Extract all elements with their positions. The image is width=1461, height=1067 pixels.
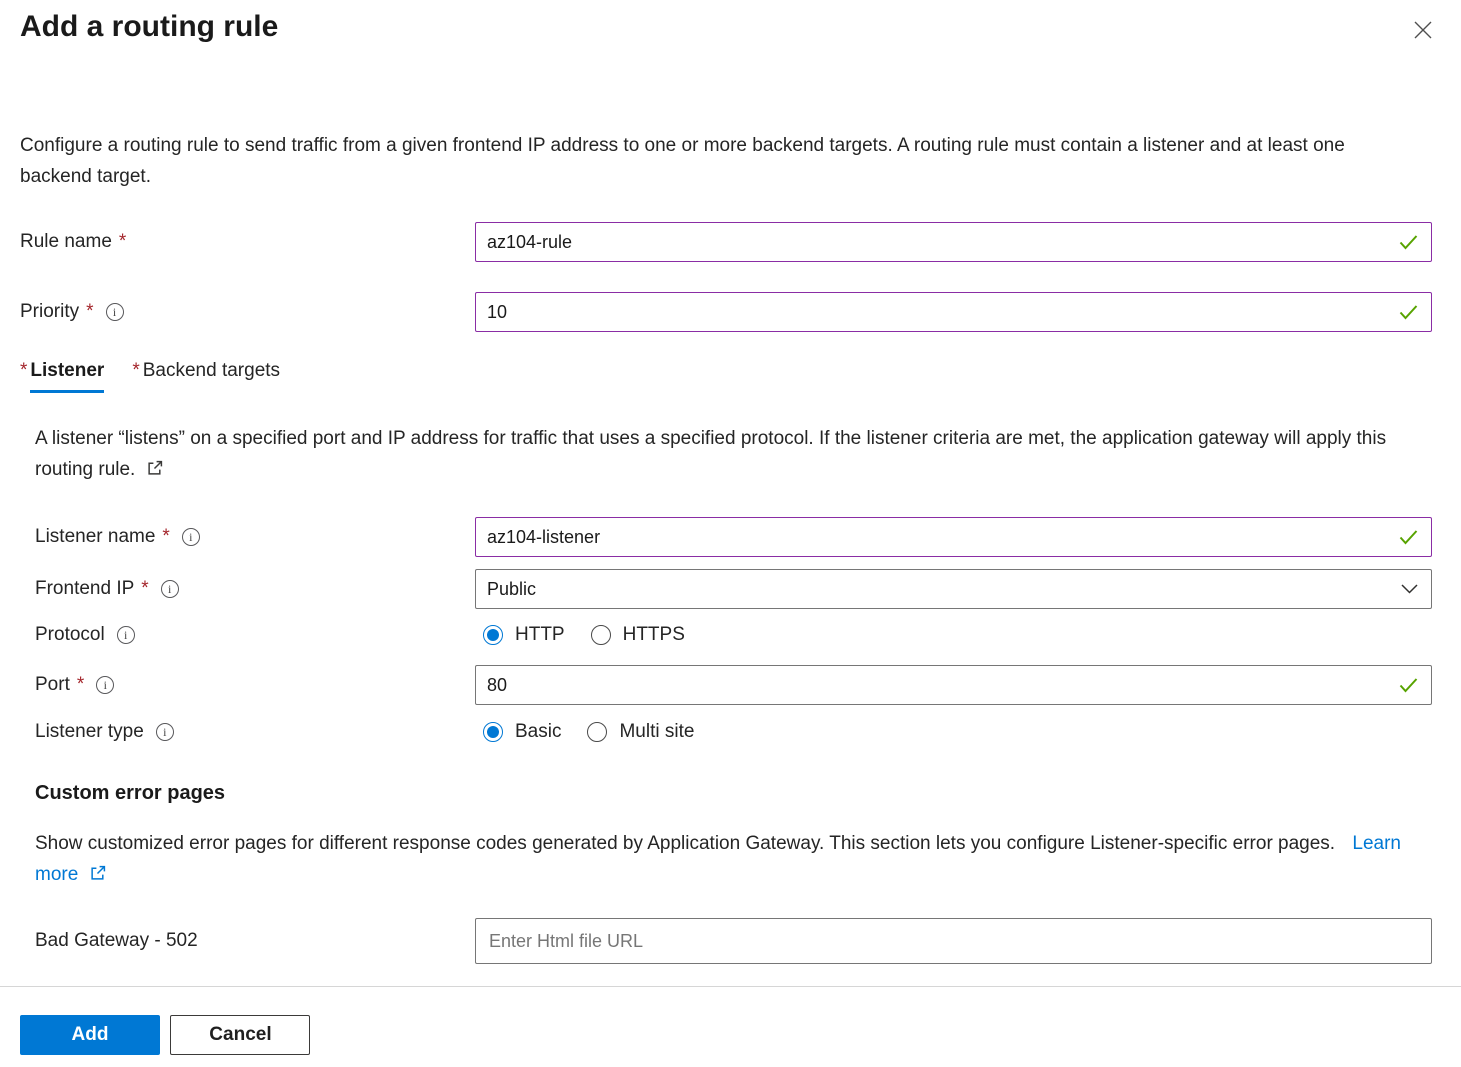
- external-link-icon: [90, 865, 106, 881]
- radio-selected-icon: [483, 722, 503, 742]
- listener-name-label: Listener name: [35, 526, 155, 548]
- radio-unselected-icon: [591, 625, 611, 645]
- rule-name-input[interactable]: [475, 222, 1432, 262]
- tab-listener[interactable]: * Listener: [20, 360, 104, 393]
- listener-type-basic-radio[interactable]: Basic: [483, 721, 561, 743]
- frontend-ip-dropdown[interactable]: Public: [475, 569, 1432, 609]
- listener-description: A listener “listens” on a specified port…: [20, 423, 1430, 485]
- tab-backend-targets-label: Backend targets: [143, 360, 280, 393]
- bad-gateway-row: Bad Gateway - 502: [20, 918, 1432, 964]
- required-asterisk: *: [119, 231, 126, 253]
- info-icon[interactable]: [156, 723, 174, 741]
- valid-check-icon: [1399, 530, 1418, 545]
- listener-name-input[interactable]: [475, 517, 1432, 557]
- info-icon[interactable]: [161, 580, 179, 598]
- protocol-radio-group: HTTP HTTPS: [475, 624, 685, 646]
- protocol-http-radio[interactable]: HTTP: [483, 624, 565, 646]
- listener-type-row: Listener type Basic Multi site: [20, 718, 1432, 746]
- priority-label: Priority: [20, 301, 79, 323]
- info-icon[interactable]: [96, 676, 114, 694]
- protocol-label: Protocol: [35, 624, 105, 646]
- dialog-content: Add a routing rule Configure a routing r…: [0, 0, 1461, 986]
- required-asterisk: *: [86, 301, 93, 323]
- info-icon[interactable]: [117, 626, 135, 644]
- valid-check-icon: [1399, 305, 1418, 320]
- page-title: Add a routing rule: [20, 0, 1432, 44]
- rule-name-row: Rule name *: [20, 222, 1432, 262]
- add-button[interactable]: Add: [20, 1015, 160, 1055]
- chevron-down-icon: [1401, 584, 1418, 595]
- frontend-ip-selected-value: Public: [487, 579, 536, 600]
- required-asterisk: *: [132, 360, 139, 393]
- protocol-https-radio[interactable]: HTTPS: [591, 624, 685, 646]
- priority-input[interactable]: [475, 292, 1432, 332]
- close-icon[interactable]: [1407, 14, 1439, 46]
- info-icon[interactable]: [182, 528, 200, 546]
- port-row: Port *: [20, 665, 1432, 705]
- info-icon[interactable]: [106, 303, 124, 321]
- bad-gateway-url-input[interactable]: [475, 918, 1432, 964]
- listener-type-radio-group: Basic Multi site: [475, 721, 694, 743]
- intro-text: Configure a routing rule to send traffic…: [20, 130, 1385, 192]
- listener-type-label: Listener type: [35, 721, 144, 743]
- required-asterisk: *: [141, 578, 148, 600]
- frontend-ip-row: Frontend IP * Public: [20, 569, 1432, 609]
- dialog-footer: Add Cancel: [0, 986, 1461, 1067]
- rule-name-label: Rule name: [20, 231, 112, 253]
- required-asterisk: *: [162, 526, 169, 548]
- cancel-button[interactable]: Cancel: [170, 1015, 310, 1055]
- valid-check-icon: [1399, 235, 1418, 250]
- bad-gateway-label: Bad Gateway - 502: [35, 930, 198, 952]
- port-input[interactable]: [475, 665, 1432, 705]
- listener-type-multisite-radio[interactable]: Multi site: [587, 721, 694, 743]
- custom-error-pages-heading: Custom error pages: [20, 782, 1432, 805]
- external-link-icon[interactable]: [147, 460, 163, 476]
- listener-name-row: Listener name *: [20, 517, 1432, 557]
- frontend-ip-label: Frontend IP: [35, 578, 134, 600]
- tab-listener-label: Listener: [30, 360, 104, 393]
- radio-selected-icon: [483, 625, 503, 645]
- port-label: Port: [35, 674, 70, 696]
- required-asterisk: *: [77, 674, 84, 696]
- tab-bar: * Listener * Backend targets: [20, 360, 1432, 393]
- priority-row: Priority *: [20, 292, 1432, 332]
- required-asterisk: *: [20, 360, 27, 393]
- valid-check-icon: [1399, 678, 1418, 693]
- radio-unselected-icon: [587, 722, 607, 742]
- tab-backend-targets[interactable]: * Backend targets: [132, 360, 280, 393]
- protocol-row: Protocol HTTP HTTPS: [20, 621, 1432, 649]
- custom-error-pages-description: Show customized error pages for differen…: [20, 828, 1430, 890]
